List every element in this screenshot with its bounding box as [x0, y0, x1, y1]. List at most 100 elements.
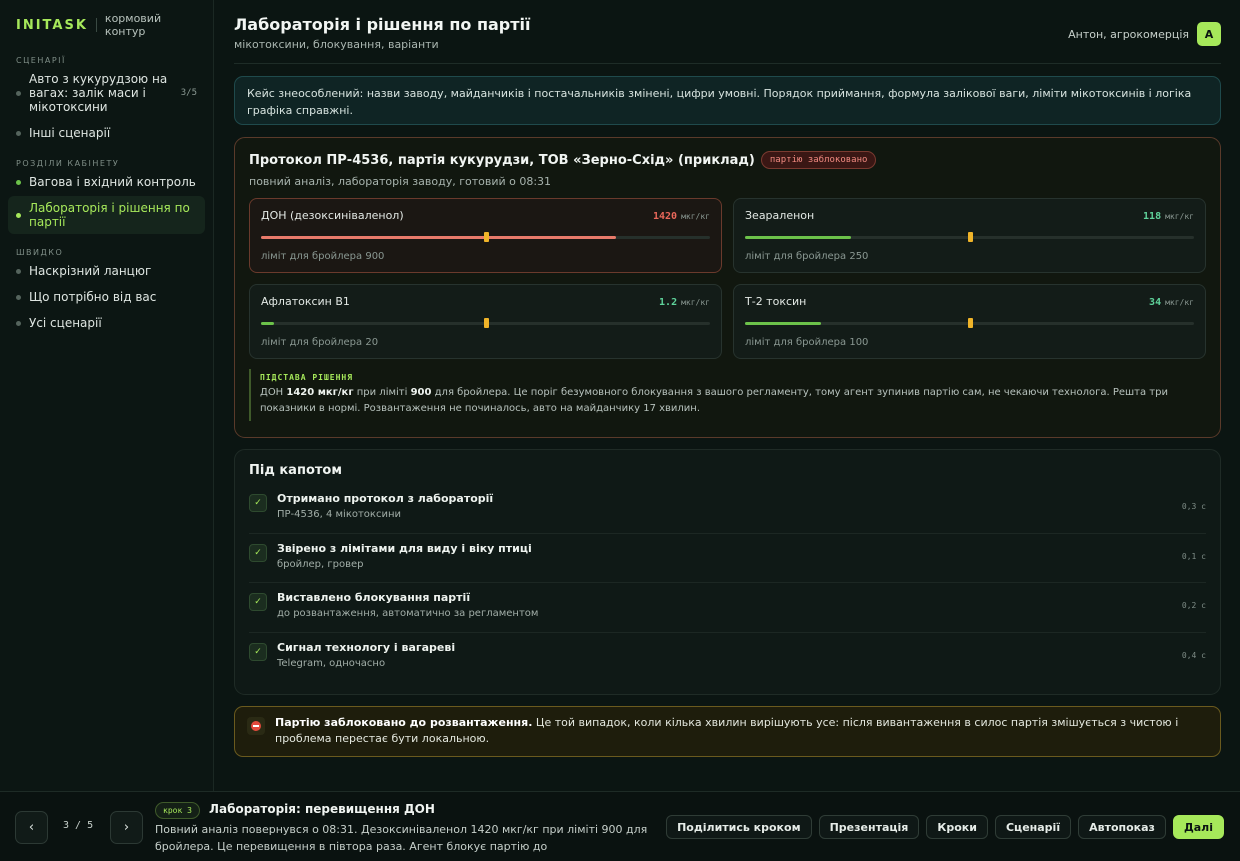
- basis-heading: ПІДСТАВА РІШЕННЯ: [260, 373, 354, 382]
- basis-part: ДОН: [260, 387, 287, 398]
- brand-divider: [95, 18, 97, 32]
- list-item: ✓ Сигнал технологу і вагареві Telegram, …: [249, 633, 1206, 683]
- toxin-limit: ліміт для бройлера 250: [745, 251, 869, 262]
- bullet-icon: [16, 90, 21, 96]
- toxin-level-fill: [261, 236, 616, 239]
- sidebar: INITASK кормовий контур СЦЕНАРІЇ Авто з …: [0, 0, 214, 791]
- list-item: ✓ Отримано протокол з лабораторії ПР-453…: [249, 484, 1206, 534]
- toxin-unit: мкг/кг: [681, 298, 710, 307]
- bullet-icon: [16, 212, 21, 218]
- toxin-card: Т-2 токсин 34 мкг/кг ліміт для бройлера 100: [733, 284, 1206, 359]
- user-menu[interactable]: Антон, агрокомерція А: [1068, 22, 1221, 46]
- toxin-value: 118 мкг/кг: [1143, 211, 1194, 222]
- brand: INITASK кормовий контур: [8, 12, 205, 38]
- sections-heading: РОЗДІЛИ КАБІНЕТУ: [16, 159, 120, 168]
- toxin-number: 1420: [653, 211, 678, 222]
- step-badge: крок 3: [155, 802, 200, 819]
- next-button[interactable]: Далі: [1172, 815, 1224, 839]
- autoplay-button[interactable]: Автопоказ: [1078, 815, 1166, 839]
- under-hood-panel: Під капотом ✓ Отримано протокол з лабора…: [234, 449, 1221, 695]
- limit-marker: [483, 232, 489, 242]
- decision-basis: ПІДСТАВА РІШЕННЯ ДОН 1420 мкг/кг при лім…: [249, 369, 1206, 421]
- toxin-number: 118: [1143, 211, 1162, 222]
- step-duration: 0,1 с: [1181, 551, 1206, 561]
- step-title: Лабораторія: перевищення ДОН: [209, 802, 435, 816]
- bullet-icon: [16, 179, 21, 185]
- chevron-left-icon: ‹: [28, 820, 35, 835]
- toxin-level-bar: [261, 232, 710, 242]
- page-header: Лабораторія і рішення по партії мікотокс…: [234, 0, 1221, 64]
- blocked-alert: Партію заблоковано до розвантаження. Це …: [234, 706, 1221, 757]
- next-step-button[interactable]: ›: [110, 811, 143, 844]
- toxin-card: Афлатоксин B1 1.2 мкг/кг ліміт для бройлера…: [249, 284, 722, 359]
- check-icon: ✓: [249, 642, 267, 661]
- sidebar-item-requirements[interactable]: Що потрібно від вас: [8, 285, 205, 309]
- basis-text: ДОН 1420 мкг/кг при ліміті 900 для бройл…: [260, 385, 1206, 417]
- presentation-button[interactable]: Презентація: [818, 815, 920, 839]
- sidebar-item-other-scenarios[interactable]: Інші сценарії: [8, 121, 205, 145]
- sidebar-item-all-scenarios[interactable]: Усі сценарії: [8, 311, 205, 335]
- sidebar-item-label: Вагова і вхідний контроль: [29, 175, 196, 189]
- brand-logo[interactable]: INITASK: [16, 18, 88, 33]
- basis-limit: 900: [410, 387, 432, 398]
- quick-heading: ШВИДКО: [16, 248, 64, 257]
- no-entry-icon: [247, 717, 265, 735]
- chevron-right-icon: ›: [123, 820, 130, 835]
- toxin-limit: ліміт для бройлера 20: [261, 337, 379, 348]
- sidebar-item-label: Усі сценарії: [29, 316, 102, 330]
- main-content: Лабораторія і рішення по партії мікотокс…: [234, 0, 1221, 757]
- protocol-card: Протокол ПР-4536, партія кукурудзи, ТОВ …: [234, 137, 1221, 438]
- toxin-number: 1.2: [659, 297, 678, 308]
- sidebar-item-lab[interactable]: Лабораторія і рішення по партії: [8, 196, 205, 234]
- limit-marker: [483, 318, 489, 328]
- steps-button[interactable]: Кроки: [926, 815, 988, 839]
- page-subtitle: мікотоксини, блокування, варіанти: [234, 38, 439, 51]
- step-title: Звірено з лімітами для виду і віку птиці: [277, 541, 532, 555]
- step-detail: ПР-4536, 4 мікотоксини: [277, 509, 402, 520]
- prev-step-button[interactable]: ‹: [15, 811, 48, 844]
- step-counter: 3 / 5: [63, 820, 94, 831]
- walkthrough-bar: ‹ 3 / 5 › крок 3 Лабораторія: перевищенн…: [0, 791, 1240, 861]
- toxin-name: Зеараленон: [745, 209, 815, 222]
- bullet-icon: [16, 268, 21, 274]
- toxin-level-bar: [745, 232, 1194, 242]
- toxin-value: 1.2 мкг/кг: [659, 297, 710, 308]
- toxin-grid: ДОН (дезоксиніваленол) 1420 мкг/кг ліміт дл…: [249, 198, 1206, 359]
- bullet-icon: [16, 320, 21, 326]
- sidebar-item-label: Що потрібно від вас: [29, 290, 157, 304]
- step-description: Повний аналіз повернувся о 08:31. Дезокс…: [155, 823, 648, 853]
- toxin-unit: мкг/кг: [1165, 298, 1194, 307]
- protocol-title: Протокол ПР-4536, партія кукурудзи, ТОВ …: [249, 152, 755, 168]
- scenarios-heading: СЦЕНАРІЇ: [16, 56, 66, 65]
- avatar[interactable]: А: [1197, 22, 1221, 46]
- step-list: ✓ Отримано протокол з лабораторії ПР-453…: [249, 484, 1206, 682]
- toxin-unit: мкг/кг: [1165, 212, 1194, 221]
- step-duration: 0,4 с: [1181, 650, 1206, 660]
- step-detail: до розвантаження, автоматично за регламе…: [277, 608, 539, 619]
- check-icon: ✓: [249, 543, 267, 562]
- toxin-level-bar: [745, 318, 1194, 328]
- toxin-level-fill: [261, 322, 275, 325]
- action-buttons: Поділитись кроком Презентація Кроки Сцен…: [659, 815, 1224, 839]
- sidebar-item-weighing[interactable]: Вагова і вхідний контроль: [8, 170, 205, 194]
- step-duration: 0,3 с: [1181, 502, 1206, 511]
- check-icon: ✓: [249, 494, 267, 512]
- basis-part: при ліміті: [353, 387, 411, 398]
- step-detail: бройлер, гровер: [277, 558, 364, 570]
- list-item: ✓ Звірено з лімітами для виду і віку пти…: [249, 534, 1206, 583]
- brand-subtitle: кормовий контур: [104, 12, 162, 38]
- toxin-name: Афлатоксин B1: [261, 295, 350, 308]
- scenario-progress: 3/5: [180, 88, 197, 98]
- scenarios-button[interactable]: Сценарії: [994, 815, 1072, 839]
- toxin-level-fill: [745, 322, 822, 325]
- protocol-subtitle: повний аналіз, лабораторія заводу, готов…: [249, 175, 552, 188]
- status-badge: партію заблоковано: [760, 151, 877, 169]
- sidebar-item-chain[interactable]: Наскрізний ланцюг: [8, 259, 205, 283]
- sidebar-item-scenario-corn[interactable]: Авто з кукурудзою на вагах: залік маси і…: [8, 67, 205, 119]
- step-title: Виставлено блокування партії: [277, 591, 471, 604]
- step-title: Отримано протокол з лабораторії: [277, 492, 494, 505]
- toxin-value: 1420 мкг/кг: [653, 211, 710, 222]
- toxin-number: 34: [1149, 297, 1162, 308]
- share-step-button[interactable]: Поділитись кроком: [666, 815, 812, 839]
- list-item: ✓ Виставлено блокування партії до розван…: [249, 583, 1206, 633]
